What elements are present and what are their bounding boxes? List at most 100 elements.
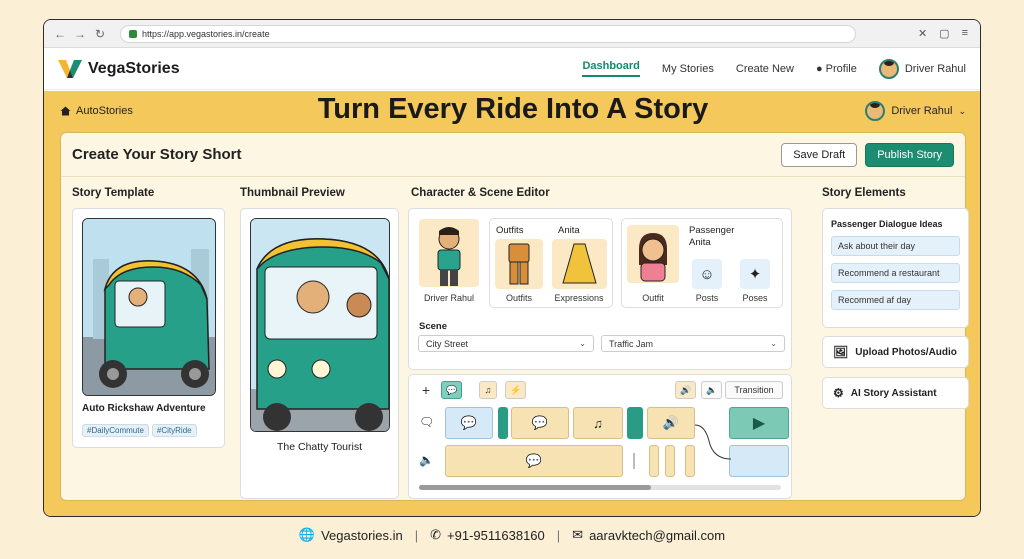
audio-clip[interactable] [665,445,675,477]
posts-icon[interactable]: ☺ [692,259,722,289]
volume-icon[interactable]: 🔊 [675,381,697,399]
timeline-marker[interactable] [627,407,643,439]
transition-button[interactable]: Transition [725,381,783,399]
expressions-label: Expressions [554,293,604,303]
outfit-tile[interactable] [495,239,543,289]
passenger-portrait[interactable] [627,225,679,283]
upload-button[interactable]: 🖼 Upload Photos/Audio [822,336,969,368]
browser-toolbar: ← → ↻ https://app.vegastories.in/create … [44,20,980,48]
timeline-clip[interactable]: 💬 [511,407,569,439]
audio-clip[interactable] [729,445,789,477]
scene-select[interactable]: City Street ⌄ [418,335,594,352]
browser-window: ← → ↻ https://app.vegastories.in/create … [43,19,981,517]
dialogue-idea[interactable]: Recommed af day [831,290,960,310]
thumbnail-card[interactable]: The Chatty Tourist [240,208,399,499]
thumbnail-heading: Thumbnail Preview [240,187,345,199]
dialogue-idea[interactable]: Ask about their day [831,236,960,256]
scene2-value: Traffic Jam [609,338,654,349]
footer-phone[interactable]: ✆ +91-9511638160 [430,527,545,543]
effect-icon[interactable]: ⚡ [505,381,527,399]
timeline-scrollbar[interactable] [419,485,781,490]
timeline-clip[interactable]: ♫ [573,407,623,439]
template-heading: Story Template [72,187,155,199]
dress-icon [562,243,597,284]
editor-heading: Character & Scene Editor [411,187,550,199]
music-icon[interactable]: ♫ [479,381,497,399]
close-window-icon[interactable]: ✕ [918,27,927,40]
timeline-clip[interactable]: 🔊 [647,407,695,439]
scrollbar-thumb[interactable] [419,485,651,490]
timeline-editor: + 💬 ♫ ⚡ 🔊 🔈 Transition 🗨 🔈 💬 💬 ♫ 🔊 ▶ 💬 [408,374,792,499]
dialogue-track-icon: 🗨 [419,415,435,429]
ai-assistant-button[interactable]: ⚙ AI Story Assistant [822,377,969,409]
publish-story-button[interactable]: Publish Story [865,142,954,167]
profile-label: Profile [825,62,857,75]
mute-icon[interactable]: 🔈 [701,381,723,399]
page-title: Turn Every Ride Into A Story [317,93,709,125]
footer-email[interactable]: ✉ aaravktech@gmail.com [572,527,725,543]
reload-icon[interactable]: ↻ [92,27,108,41]
anita-header: Anita [558,225,580,236]
nav-dashboard[interactable]: Dashboard [582,60,640,77]
timeline-marker[interactable] [498,407,508,439]
main-area: AutoStories Turn Every Ride Into A Story… [44,91,980,516]
avatar [865,101,886,121]
nav-user-name: Driver Rahul [904,62,966,75]
scene2-select[interactable]: Traffic Jam ⌄ [601,335,785,352]
save-draft-button[interactable]: Save Draft [781,142,858,167]
panel-title: Create Your Story Short [72,146,242,163]
template-tag[interactable]: #DailyCommute [82,424,149,437]
connector-line [695,424,731,460]
person-icon: ● [815,62,823,75]
maximize-icon[interactable]: ▢ [939,27,949,40]
lock-icon [129,29,137,38]
app-name: VegaStories [88,59,180,77]
dialogue-tool-icon[interactable]: 💬 [441,381,463,399]
audio-clip[interactable]: 💬 [445,445,623,477]
outfit-icon [508,243,530,285]
template-tag[interactable]: #CityRide [151,424,197,437]
dialogue-ideas-title: Passenger Dialogue Ideas [831,219,943,229]
footer-separator: | [556,527,561,543]
footer-site-text: Vegastories.in [321,527,403,543]
audio-clip[interactable] [649,445,659,477]
app-logo[interactable]: VegaStories [58,59,180,79]
template-card[interactable]: Auto Rickshaw Adventure #DailyCommute #Ci… [72,208,225,448]
chevron-down-icon: ⌄ [958,105,966,116]
nav-my-stories[interactable]: My Stories [662,63,714,75]
play-icon[interactable]: ▶ [729,407,789,439]
banner-user-menu[interactable]: Driver Rahul ⌄ [865,101,966,121]
top-navigation: VegaStories Dashboard My Stories Create … [44,48,980,90]
banner: AutoStories Turn Every Ride Into A Story… [44,91,980,131]
dialogue-idea[interactable]: Recommend a restaurant [831,263,960,283]
nav-user[interactable]: Driver Rahul [878,58,966,79]
story-panel: Create Your Story Short Save Draft Publi… [60,132,969,501]
audio-track-icon: 🔈 [419,453,434,467]
menu-icon[interactable]: ≡ [962,27,968,40]
dialogue-ideas-card: Passenger Dialogue Ideas Ask about their… [822,208,969,328]
forward-icon[interactable]: → [72,27,88,41]
address-bar[interactable]: https://app.vegastories.in/create [120,24,856,43]
poses-icon[interactable]: ✦ [740,259,770,289]
scene-label: Scene [419,321,447,332]
expression-tile[interactable] [552,239,607,289]
gear-icon: ⚙ [833,386,844,400]
nav-create-new[interactable]: Create New [736,63,794,75]
nav-profile[interactable]: ● Profile [816,63,857,75]
add-icon[interactable]: + [417,381,435,399]
audio-clip[interactable] [685,445,695,477]
timeline-clip[interactable]: 💬 [445,407,493,439]
driver-card[interactable]: Driver Rahul [419,219,479,304]
back-icon[interactable]: ← [52,27,68,41]
globe-icon: 🌐 [298,527,316,542]
outfits-label: Outfits [505,293,532,303]
timeline-divider [633,453,635,469]
footer-email-text: aaravktech@gmail.com [589,527,726,543]
elements-heading: Story Elements [822,187,906,199]
vega-logo-icon [58,59,82,78]
template-image [82,218,216,396]
footer-site[interactable]: 🌐 Vegastories.in [299,527,403,543]
phone-icon: ✆ [430,527,442,542]
mail-icon: ✉ [572,527,584,542]
footer-separator: | [414,527,419,543]
